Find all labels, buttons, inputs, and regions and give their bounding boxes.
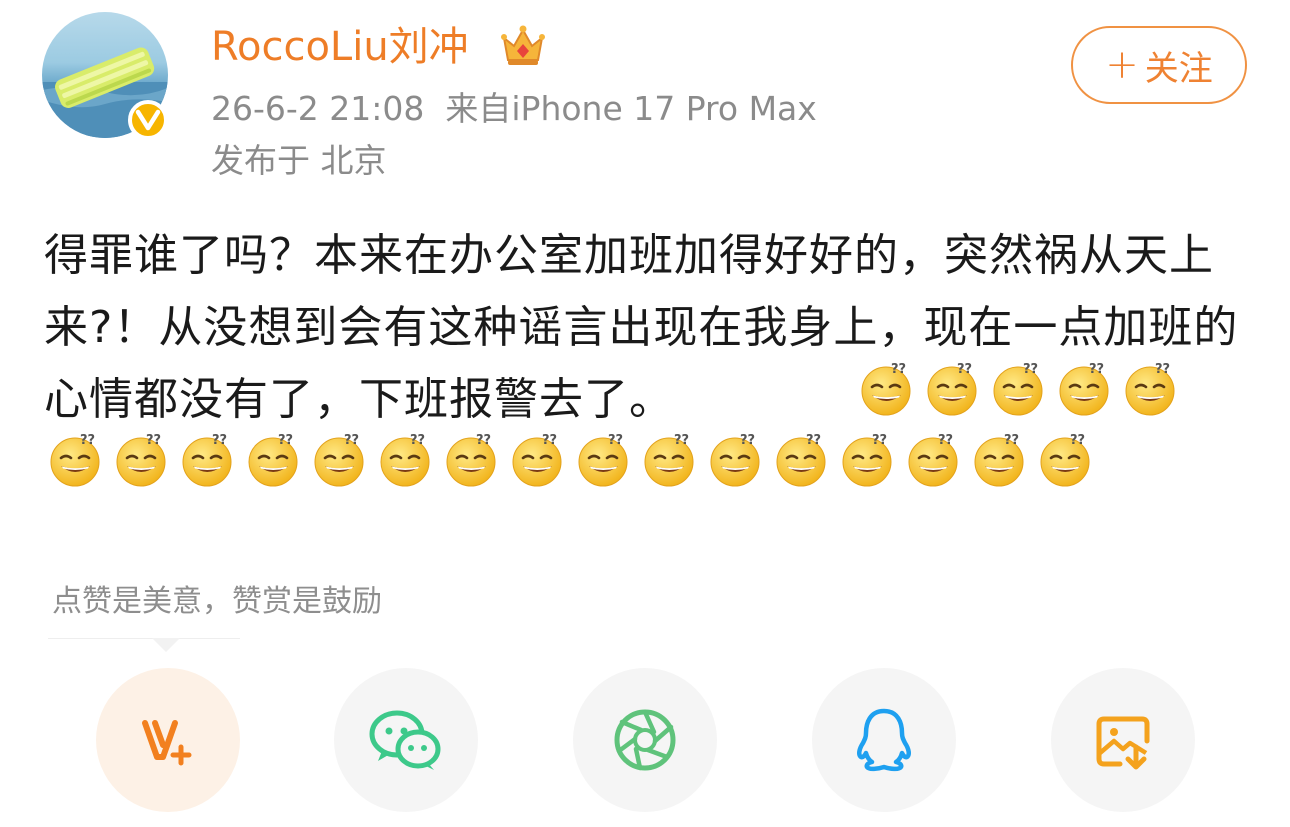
weibo-v-plus-icon (142, 720, 192, 766)
moments-aperture-icon (614, 709, 676, 771)
dizzy-grin-emoji: ?? (50, 433, 100, 487)
svg-text:??: ?? (212, 433, 227, 448)
svg-text:??: ?? (872, 433, 887, 448)
svg-text:??: ?? (344, 433, 359, 448)
dizzy-grin-emoji: ?? (908, 433, 958, 487)
dizzy-grin-emoji: ?? (1059, 362, 1109, 416)
verified-v-icon (128, 100, 168, 140)
dizzy-grin-emoji: ?? (776, 433, 826, 487)
svg-text:??: ?? (80, 433, 95, 448)
dizzy-grin-emoji: ?? (578, 433, 628, 487)
svg-text:??: ?? (608, 433, 623, 448)
follow-button[interactable]: + 关注 (1071, 26, 1247, 104)
emoji-row: ?? ?? ?? (855, 353, 1185, 419)
dizzy-grin-emoji: ?? (993, 362, 1043, 416)
post-location: 发布于 北京 (211, 141, 387, 180)
plus-icon: + (1105, 42, 1139, 88)
share-moments-button[interactable] (573, 668, 717, 812)
dizzy-grin-emoji: ?? (861, 362, 911, 416)
reward-tip: 点赞是美意，赞赏是鼓励 (52, 584, 382, 619)
divider (48, 638, 240, 639)
dizzy-grin-emoji: ?? (512, 433, 562, 487)
save-image-button[interactable] (1051, 668, 1195, 812)
svg-text:??: ?? (1089, 362, 1104, 377)
dizzy-grin-emoji: ?? (1040, 433, 1090, 487)
dizzy-grin-emoji: ?? (842, 433, 892, 487)
dizzy-grin-emoji: ?? (446, 433, 496, 487)
svg-text:??: ?? (957, 362, 972, 377)
svg-text:??: ?? (278, 433, 293, 448)
svg-text:??: ?? (1023, 362, 1038, 377)
svg-text:??: ?? (542, 433, 557, 448)
dizzy-grin-emoji: ?? (974, 433, 1024, 487)
svg-text:??: ?? (410, 433, 425, 448)
svg-text:??: ?? (1004, 433, 1019, 448)
share-wechat-button[interactable] (334, 668, 478, 812)
share-qq-button[interactable] (812, 668, 956, 812)
svg-text:??: ?? (1070, 433, 1085, 448)
dizzy-grin-emoji: ?? (116, 433, 166, 487)
svg-text:??: ?? (806, 433, 821, 448)
author-name[interactable]: RoccoLiu刘冲 (211, 22, 469, 72)
svg-text:??: ?? (146, 433, 161, 448)
save-image-icon (1096, 716, 1150, 770)
wechat-icon (369, 710, 441, 770)
dizzy-grin-emoji: ?? (380, 433, 430, 487)
svg-text:??: ?? (1155, 362, 1170, 377)
tip-pointer (152, 638, 180, 652)
crown-icon (500, 24, 546, 68)
follow-label: 关注 (1144, 48, 1213, 89)
dizzy-grin-emoji: ?? (314, 433, 364, 487)
dizzy-grin-emoji: ?? (710, 433, 760, 487)
dizzy-grin-emoji: ?? (182, 433, 232, 487)
reward-button[interactable] (96, 668, 240, 812)
qq-penguin-icon (857, 708, 911, 772)
svg-text:??: ?? (740, 433, 755, 448)
svg-text:??: ?? (674, 433, 689, 448)
post-time: 26-6-2 21:08 (211, 89, 425, 128)
dizzy-grin-emoji: ?? (248, 433, 298, 487)
dizzy-grin-emoji: ?? (927, 362, 977, 416)
svg-text:??: ?? (891, 362, 906, 377)
dizzy-grin-emoji: ?? (1125, 362, 1175, 416)
svg-text:??: ?? (938, 433, 953, 448)
post-meta: 26-6-2 21:08 来自iPhone 17 Pro Max (211, 88, 817, 130)
dizzy-grin-emoji: ?? (644, 433, 694, 487)
emoji-row: ?? ?? ?? (44, 424, 1100, 490)
post-source[interactable]: 来自iPhone 17 Pro Max (445, 89, 816, 128)
svg-text:??: ?? (476, 433, 491, 448)
